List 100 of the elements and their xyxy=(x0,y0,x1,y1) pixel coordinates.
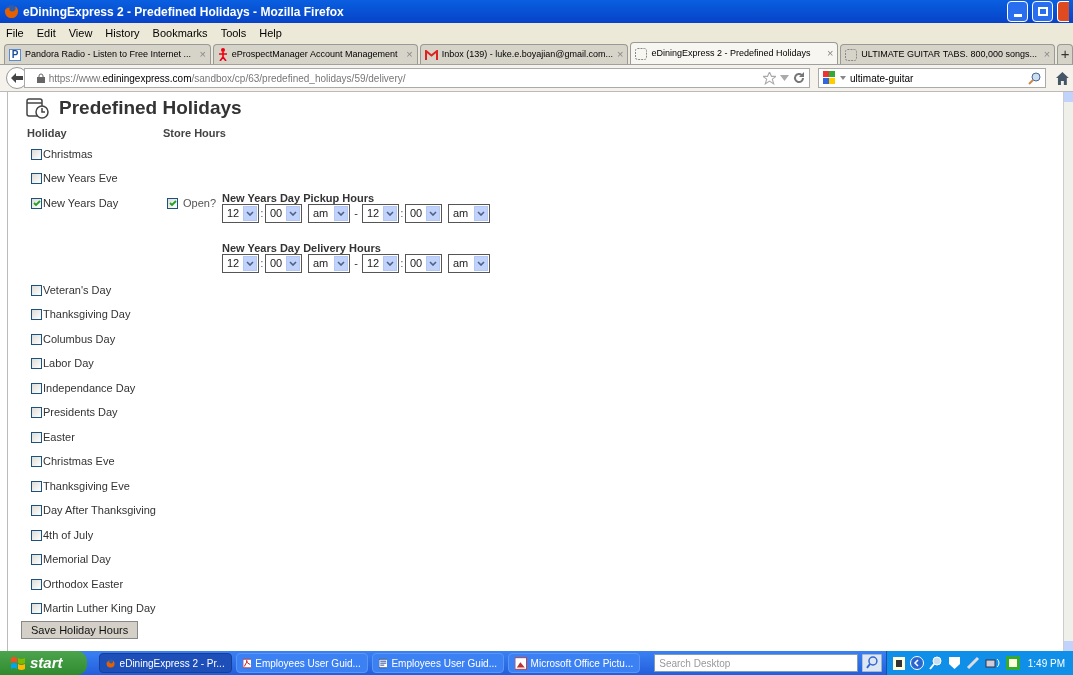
windows-logo-icon xyxy=(10,655,26,671)
checkbox[interactable] xyxy=(31,173,42,184)
search-icon[interactable] xyxy=(861,654,882,672)
expand-tray-icon[interactable] xyxy=(909,656,924,670)
menu-item[interactable]: File xyxy=(6,24,24,42)
checkbox[interactable] xyxy=(31,358,42,369)
minute-select[interactable]: 00 xyxy=(405,254,442,273)
holiday-label: Orthodox Easter xyxy=(43,576,124,592)
time-separator: : xyxy=(400,207,404,221)
scrollbar[interactable] xyxy=(1063,92,1073,651)
url-field[interactable]: https://www.ediningexpress.com/sandbox/cp/63/predefined_holidays/59/delivery/ xyxy=(23,68,811,88)
minute-select[interactable]: 00 xyxy=(265,254,302,273)
hour-select[interactable]: 12 xyxy=(362,254,399,273)
calendar-clock-icon xyxy=(25,97,49,119)
star-icon[interactable] xyxy=(763,71,777,85)
menu-item[interactable]: Tools xyxy=(220,24,247,42)
browser-tab[interactable]: eDiningExpress 2 - Predefined Holidays × xyxy=(630,42,839,64)
search-text: ultimate-guitar xyxy=(850,71,915,86)
checkbox[interactable] xyxy=(31,309,42,320)
holiday-label: 4th of July xyxy=(43,527,94,543)
browser-tab[interactable]: ULTIMATE GUITAR TABS. 800,000 songs... × xyxy=(840,44,1056,64)
search-engine-icon xyxy=(823,71,837,85)
checkbox[interactable] xyxy=(31,407,42,418)
checkbox[interactable] xyxy=(167,197,178,209)
start-button[interactable]: start xyxy=(0,651,88,675)
caret-icon xyxy=(386,211,394,216)
taskbar-button[interactable]: eDiningExpress 2 - Pr... xyxy=(99,653,232,673)
url-text: https://www.ediningexpress.com/sandbox/cp/63/predefined_holidays/59/delivery/ xyxy=(48,71,407,86)
checkbox[interactable] xyxy=(31,480,42,492)
dropdown-icon[interactable] xyxy=(840,76,847,80)
hour-select[interactable]: 12 xyxy=(222,204,259,223)
holiday-label: Easter xyxy=(43,429,75,445)
checkbox[interactable] xyxy=(31,554,42,565)
checkbox[interactable] xyxy=(31,578,42,590)
close-tab-button[interactable]: × xyxy=(826,45,834,62)
checkbox[interactable] xyxy=(31,333,42,345)
home-icon[interactable] xyxy=(1056,71,1069,85)
search-field[interactable]: ultimate-guitar xyxy=(818,68,1047,88)
magnifier-icon[interactable] xyxy=(928,656,943,670)
checkbox[interactable] xyxy=(31,456,42,467)
save-button[interactable]: Save Holiday Hours xyxy=(21,621,139,639)
checkbox[interactable] xyxy=(31,284,42,296)
checkbox[interactable] xyxy=(31,603,42,614)
holiday-label: Independance Day xyxy=(43,380,136,396)
holiday-label: New Years Day xyxy=(43,195,119,211)
new-tab-button[interactable]: + xyxy=(1057,44,1073,64)
time-separator: : xyxy=(260,257,264,271)
taskbar-button[interactable]: Employees User Guid... xyxy=(371,653,505,673)
taskbar-button[interactable]: Microsoft Office Pictu... xyxy=(508,653,641,673)
browser-tab[interactable]: Inbox (139) - luke.e.boyajian@gmail.com... × xyxy=(419,44,629,64)
minimize-button[interactable] xyxy=(1007,1,1028,22)
caret-icon xyxy=(477,211,485,216)
am-pm-select[interactable]: am xyxy=(308,204,350,223)
am-pm-select[interactable]: am xyxy=(448,254,490,273)
column-header: Store Hours xyxy=(163,126,226,139)
range-separator: - xyxy=(353,206,359,222)
caret-icon xyxy=(289,261,297,266)
checkbox[interactable] xyxy=(31,529,42,541)
close-button[interactable] xyxy=(1057,1,1069,22)
taskbar-button[interactable]: Employees User Guid... xyxy=(235,653,368,673)
hour-select[interactable]: 12 xyxy=(222,254,259,273)
browser-tab[interactable]: eProspectManager Account Management × xyxy=(212,44,418,64)
menu-item[interactable]: History xyxy=(105,24,140,42)
open-label: Open? xyxy=(183,195,217,211)
holiday-label: Martin Luther King Day xyxy=(43,601,156,617)
menu-item[interactable]: Bookmarks xyxy=(152,24,208,42)
minute-select[interactable]: 00 xyxy=(405,204,442,223)
minute-select[interactable]: 00 xyxy=(265,204,302,223)
caret-icon xyxy=(429,261,437,266)
holiday-label: Memorial Day xyxy=(43,552,111,568)
caret-icon xyxy=(337,261,345,266)
network-icon[interactable] xyxy=(984,656,1001,670)
am-pm-select[interactable]: am xyxy=(448,204,490,223)
page-title: Predefined Holidays xyxy=(59,95,242,120)
hour-select[interactable]: 12 xyxy=(362,204,399,223)
holiday-label: Columbus Day xyxy=(43,331,116,347)
checkbox[interactable] xyxy=(31,197,42,209)
document-icon xyxy=(378,656,388,670)
browser-tab[interactable]: P Pandora Radio - Listen to Free Internet ... × xyxy=(4,44,211,64)
mail-icon xyxy=(424,49,438,60)
holiday-label: Day After Thanksgiving xyxy=(43,503,156,519)
checkbox[interactable] xyxy=(31,382,42,394)
schedule-title: New Years Day Pickup Hours xyxy=(222,192,376,204)
caret-icon xyxy=(246,211,254,216)
holiday-label: Presidents Day xyxy=(43,405,118,421)
checkbox[interactable] xyxy=(31,148,42,160)
checkbox[interactable] xyxy=(31,505,42,516)
picture-icon xyxy=(515,656,527,670)
menu-item[interactable]: Edit xyxy=(36,24,56,42)
am-pm-select[interactable]: am xyxy=(308,254,350,273)
holiday-label: Thanksgiving Eve xyxy=(43,478,130,494)
walking-figure-icon xyxy=(217,48,228,61)
search-icon[interactable] xyxy=(1028,71,1042,85)
menu-item[interactable]: View xyxy=(68,24,93,42)
shield-icon[interactable] xyxy=(947,656,961,670)
reload-icon[interactable] xyxy=(793,72,806,84)
restore-button[interactable] xyxy=(1032,1,1053,22)
desktop-search-field[interactable]: Search Desktop xyxy=(654,654,858,672)
checkbox[interactable] xyxy=(31,431,42,443)
menu-item[interactable]: Help xyxy=(259,24,282,42)
